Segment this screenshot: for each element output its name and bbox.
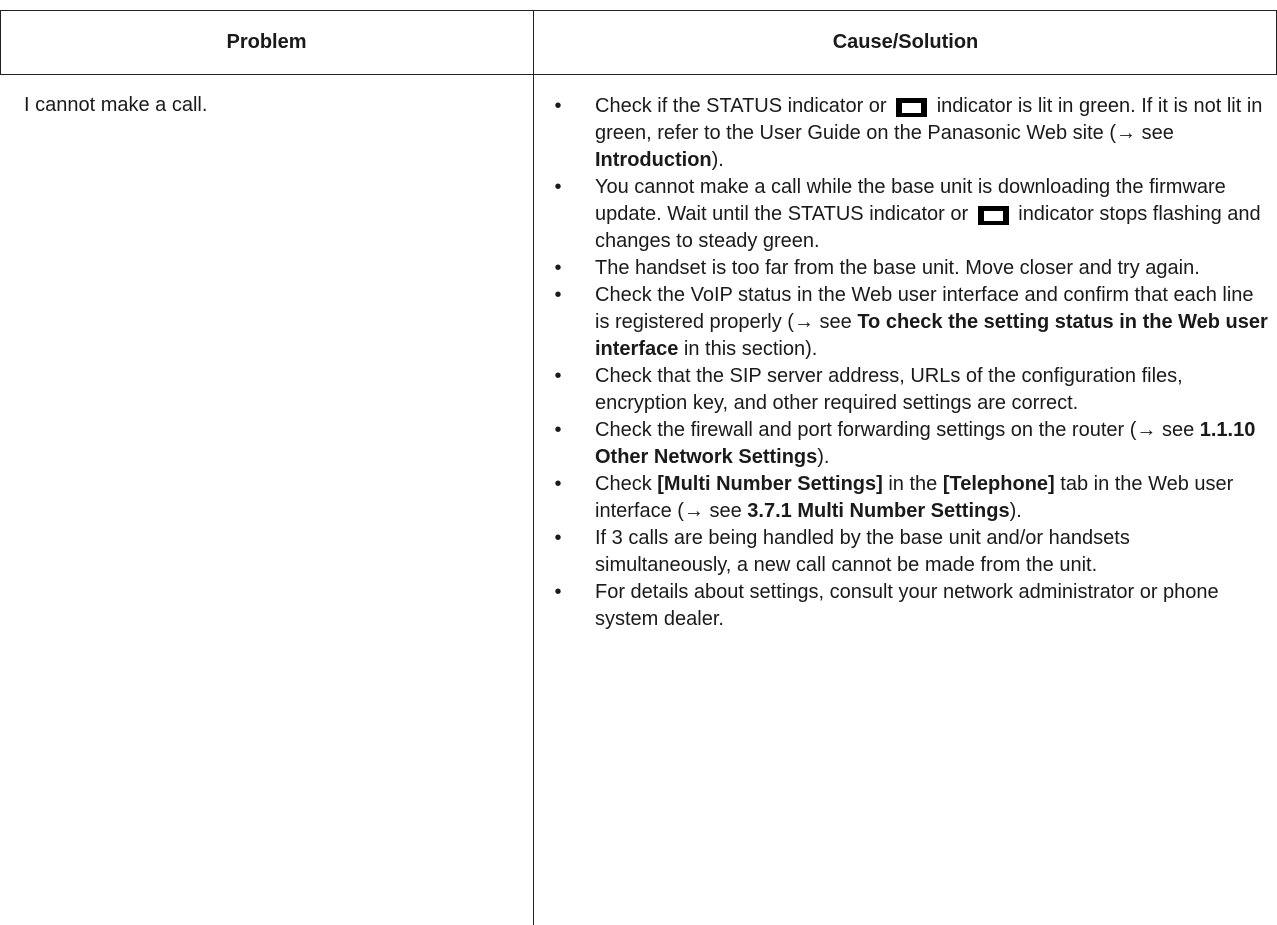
- header-bottom-border: [0, 74, 1277, 75]
- solution-item: • Check if the STATUS indicator or indica…: [548, 93, 1268, 174]
- solution-text: Check that the SIP server address, URLs …: [595, 365, 1183, 414]
- solution-bold-text: [Telephone]: [942, 473, 1055, 495]
- solution-list: • Check if the STATUS indicator or indica…: [548, 93, 1268, 633]
- solution-item: • For details about settings, consult you…: [548, 579, 1268, 633]
- solution-text: Check if the STATUS indicator or: [595, 95, 893, 117]
- bullet: •: [554, 284, 562, 306]
- bullet: •: [554, 419, 562, 441]
- solution-item: • The handset is too far from the base un…: [548, 255, 1268, 282]
- bullet: •: [554, 95, 562, 117]
- header-problem: Problem: [226, 30, 307, 53]
- solution-text: Check: [595, 473, 658, 495]
- column-divider: [533, 10, 534, 925]
- solution-text: in this section).: [678, 338, 818, 360]
- solution-text: The handset is too far from the base uni…: [595, 257, 1200, 279]
- solution-text: For details about settings, consult your…: [595, 581, 1219, 630]
- solution-bold-text: [Multi Number Settings]: [657, 473, 883, 495]
- solution-item: • If 3 calls are being handled by the bas…: [548, 525, 1268, 579]
- bullet: •: [554, 176, 562, 198]
- solution-text: If 3 calls are being handled by the base…: [595, 527, 1130, 576]
- header-cause-solution: Cause/Solution: [832, 30, 979, 53]
- solution-text: ).: [817, 446, 830, 468]
- problem-text: I cannot make a call.: [24, 94, 208, 116]
- solution-item: • Check [Multi Number Settings] in the [T…: [548, 471, 1268, 525]
- solution-bold-text: 3.7.1 Multi Number Settings: [747, 500, 1010, 522]
- solution-item: • Check the firewall and port forwarding …: [548, 417, 1268, 471]
- solution-item: • You cannot make a call while the base u…: [548, 174, 1268, 255]
- solution-bold-text: Introduction: [595, 149, 712, 171]
- bullet: •: [554, 473, 562, 495]
- solution-item: • Check the VoIP status in the Web user i…: [548, 282, 1268, 363]
- solution-text: ).: [1009, 500, 1022, 522]
- bullet: •: [554, 527, 562, 549]
- solution-item: • Check that the SIP server address, URLs…: [548, 363, 1268, 417]
- bullet: •: [554, 581, 562, 603]
- solution-text: in the: [882, 473, 943, 495]
- phone-line-icon: [896, 98, 928, 117]
- bullet: •: [554, 257, 562, 279]
- solution-text: Check the firewall and port forwarding s…: [595, 419, 1200, 441]
- phone-line-icon: [977, 206, 1009, 225]
- solution-text: ).: [711, 149, 724, 171]
- bullet: •: [554, 365, 562, 387]
